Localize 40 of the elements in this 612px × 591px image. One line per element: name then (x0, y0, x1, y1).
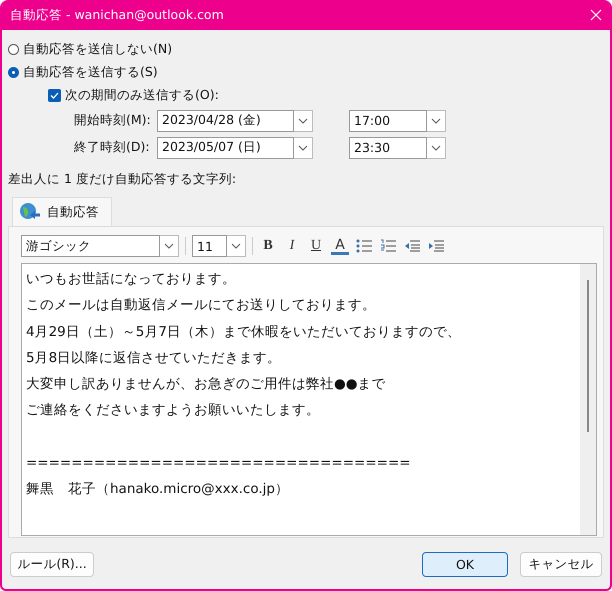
message-line: このメールは自動返信メールにてお送りしております。 (26, 296, 377, 316)
field-label: 開始時刻(M): (74, 112, 152, 129)
chevron-down-icon (431, 118, 441, 124)
rules-button[interactable]: ルール(R)... (10, 552, 94, 577)
message-line: ご連絡をくださいますようお願いいたします。 (26, 401, 321, 420)
window-title: 自動応答 - wanichan@outlook.com (10, 6, 224, 24)
increase-indent-icon[interactable] (428, 240, 444, 252)
globe-arrow-icon (19, 202, 41, 222)
message-line: いつもお世話になっております。 (26, 270, 237, 289)
chevron-down-icon (298, 118, 308, 124)
radio-label: 自動応答を送信しない(N) (23, 41, 172, 58)
chevron-down-icon (164, 243, 174, 249)
message-line: 4月29日（土）～5月7日（木）まで休暇をいただいておりますので、 (26, 322, 462, 342)
message-line: 5月8日以降に返信させていただきます。 (26, 348, 282, 368)
message-line: 舞黒 花子（hanako.micro@xxx.co.jp） (26, 480, 290, 500)
tab[interactable]: 自動応答 (12, 197, 112, 226)
bullet-list-icon[interactable] (356, 239, 372, 253)
numbered-list-icon[interactable] (380, 239, 396, 253)
section-label: 差出人に 1 度だけ自動応答する文字列: (8, 171, 238, 188)
close-icon[interactable] (590, 9, 602, 21)
field-label: 終了時刻(D): (74, 139, 151, 156)
chevron-down-icon (431, 144, 441, 150)
message-editor[interactable] (21, 263, 597, 536)
format-toggle[interactable]: B (259, 237, 277, 255)
message-line: 大変申し訳ありませんが、お急ぎのご用件は弊社●●まで (26, 375, 387, 394)
radio-label: 自動応答を送信する(S) (23, 64, 158, 81)
ok-button[interactable]: OK (422, 552, 508, 577)
scrollbar[interactable] (580, 264, 596, 535)
cancel-button[interactable]: キャンセル (520, 552, 602, 577)
format-toggle[interactable]: A (331, 237, 349, 255)
format-toggle[interactable]: I (283, 237, 301, 255)
decrease-indent-icon[interactable] (404, 240, 420, 252)
checkbox[interactable] (48, 89, 61, 102)
checkbox-label: 次の期間のみ送信する(O): (65, 87, 219, 104)
radio-button[interactable] (8, 67, 19, 78)
radio-button[interactable] (8, 44, 19, 55)
format-toggle[interactable]: U (307, 237, 325, 255)
chevron-down-icon (231, 243, 241, 249)
chevron-down-icon (298, 144, 308, 150)
message-line: ================================== (26, 454, 412, 474)
